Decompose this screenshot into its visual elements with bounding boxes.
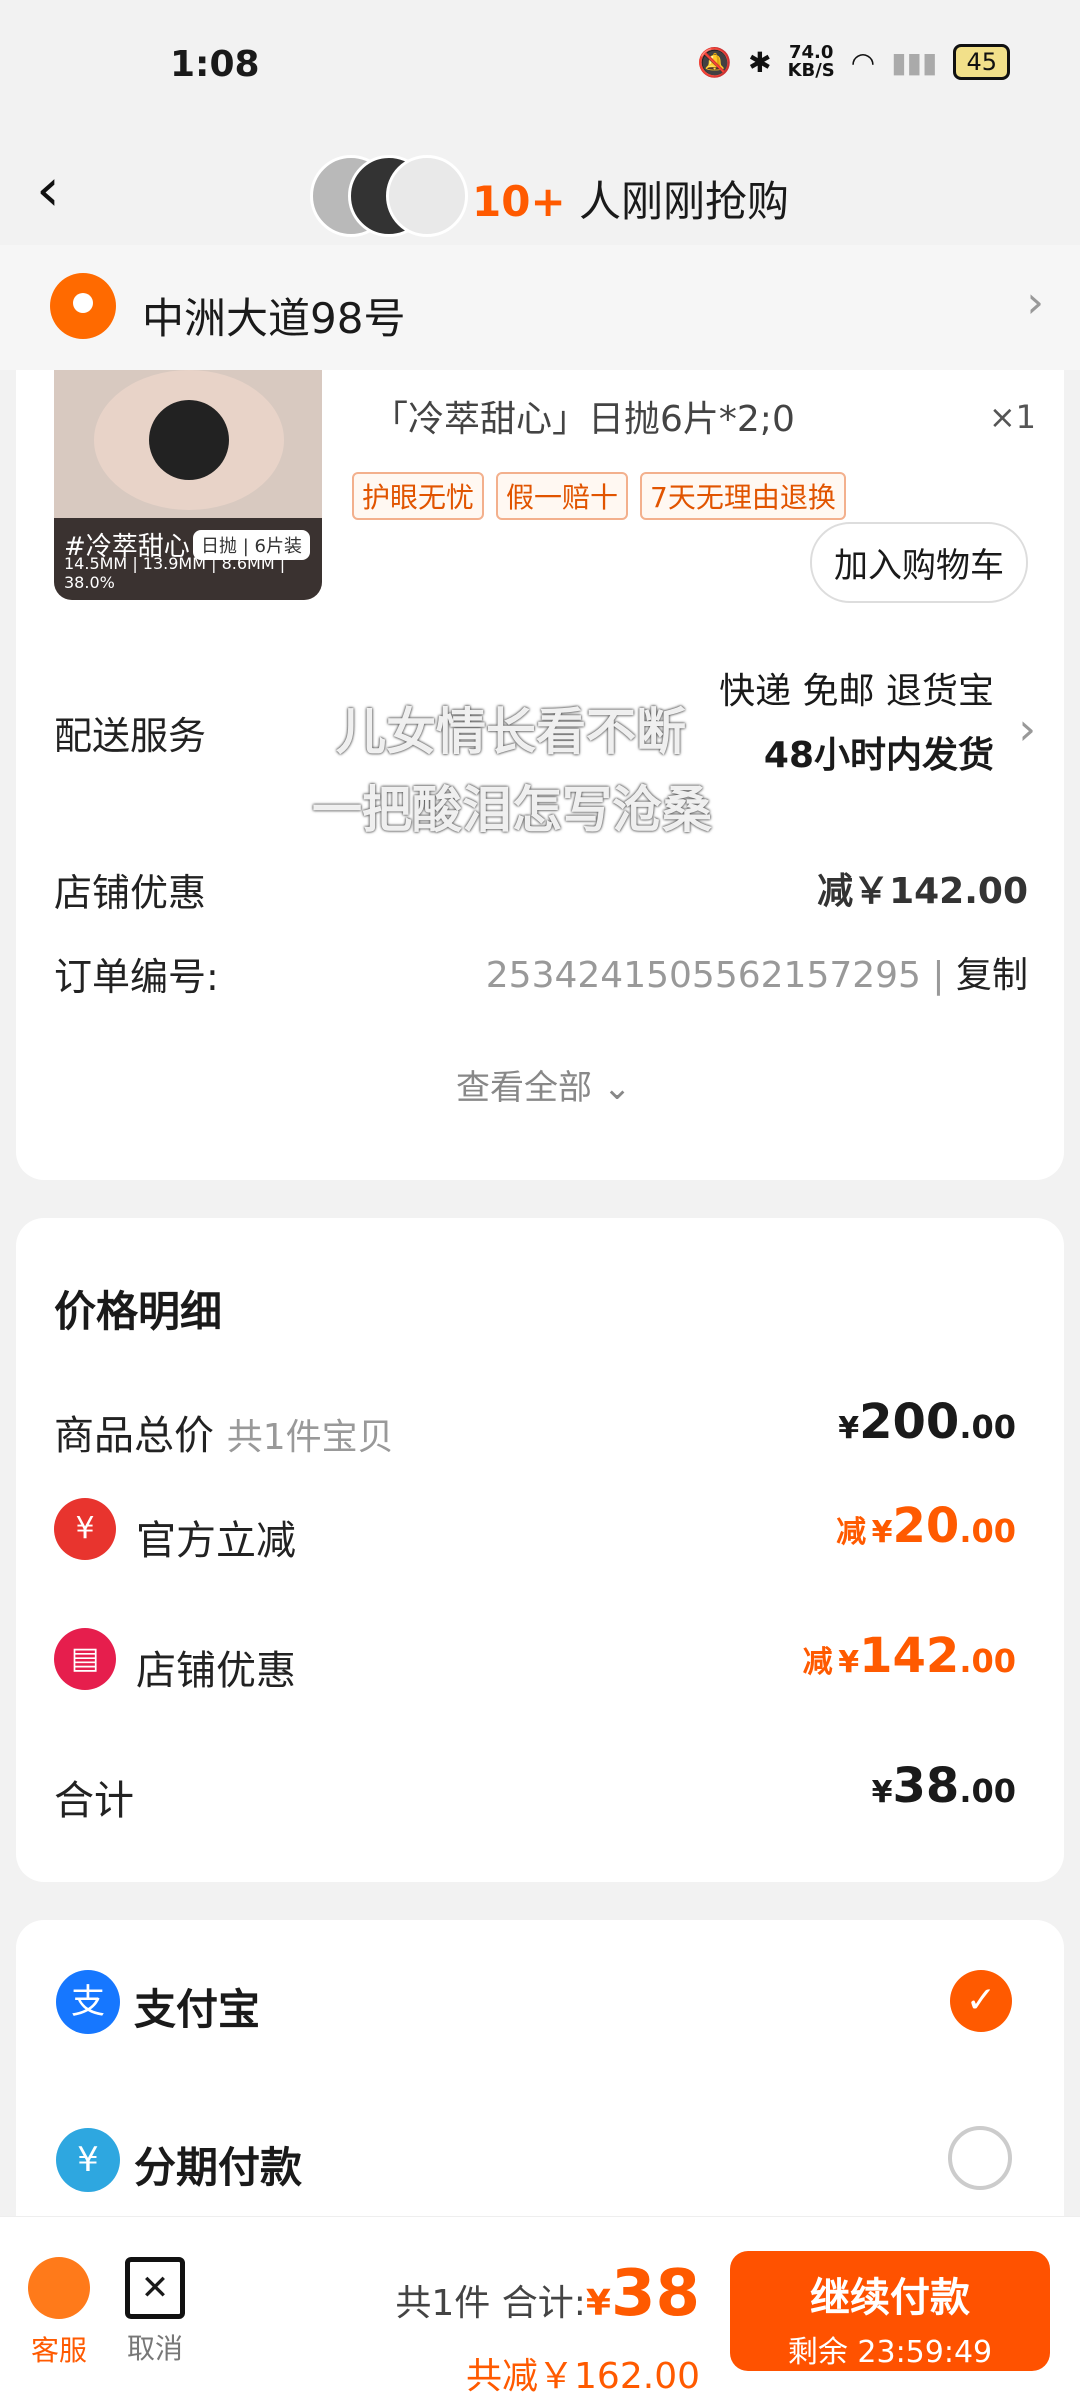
alipay-radio-checked[interactable]: ✓ <box>950 1970 1012 2032</box>
product-variant: 「冷萃甜心」日抛6片*2;0 <box>372 399 795 440</box>
mute-icon: 🔕 <box>697 45 733 79</box>
address-text: 中洲大道98号 <box>142 294 406 343</box>
alipay-icon: 支 <box>56 1970 120 2034</box>
goods-total-value: ¥200.00 <box>838 1394 1016 1450</box>
shop-discount-label: 店铺优惠 <box>54 871 207 915</box>
cancel-icon: ✕ <box>125 2257 185 2319</box>
bottom-bar: 客服 ✕ 取消 共1件 合计:¥38 共减￥162.00 继续付款 剩余 23:… <box>0 2216 1080 2401</box>
customer-service-button[interactable]: 客服 <box>24 2257 94 2369</box>
chevron-down-icon: ⌄ <box>602 1068 632 1108</box>
tag: 假一赔十 <box>496 472 629 520</box>
official-discount-value: 减 ¥20.00 <box>836 1498 1016 1554</box>
official-discount-label: 官方立减 <box>136 1518 296 1564</box>
shipping-label: 配送服务 <box>54 714 207 758</box>
official-discount-icon: ¥ <box>54 1498 116 1560</box>
chevron-right-icon[interactable]: › <box>1018 704 1036 755</box>
copy-button[interactable]: 复制 <box>956 955 1028 996</box>
price-detail-title: 价格明细 <box>54 1287 223 1336</box>
shop-discount-label: 店铺优惠 <box>136 1648 296 1694</box>
product-image[interactable]: #冷萃甜心 日抛 | 6片装 14.5MM | 13.9MM | 8.6MM |… <box>54 350 322 600</box>
address-bar[interactable]: 中洲大道98号 › <box>0 245 1080 370</box>
goods-total-label: 商品总价 共1件宝贝 <box>54 1413 394 1459</box>
order-number: 2534241505562157295 | 复制 <box>485 955 1028 996</box>
chevron-right-icon: › <box>1026 277 1044 328</box>
continue-payment-button[interactable]: 继续付款 剩余 23:59:49 <box>730 2251 1050 2371</box>
status-bar: 1:08 🔕 ✱ 74.0 KB/S ◠ ▮▮▮ 45 <box>0 0 1080 130</box>
back-icon[interactable]: ‹ <box>36 160 60 220</box>
price-detail-card: 价格明细 商品总价 共1件宝贝 ¥200.00 ¥ 官方立减 减 ¥20.00 … <box>16 1218 1064 1882</box>
tag: 护眼无忧 <box>352 472 485 520</box>
tag: 7天无理由退换 <box>640 472 846 520</box>
installment-label[interactable]: 分期付款 <box>134 2134 302 2195</box>
header: ‹ 10+ 人刚刚抢购 <box>0 130 1080 245</box>
status-time: 1:08 <box>170 44 260 85</box>
view-all-button[interactable]: 查看全部 ⌄ <box>456 1060 631 1109</box>
shop-icon: ▤ <box>54 1628 116 1690</box>
shop-discount-value: 减￥142.00 <box>817 871 1028 912</box>
cancel-button[interactable]: ✕ 取消 <box>118 2257 192 2367</box>
sum-label: 合计 <box>54 1778 134 1824</box>
installment-icon: ¥ <box>56 2128 120 2192</box>
eye-image <box>94 370 284 510</box>
shipping-info[interactable]: 快递 免邮 退货宝 48小时内发货 <box>719 660 994 788</box>
product-image-caption: #冷萃甜心 日抛 | 6片装 14.5MM | 13.9MM | 8.6MM |… <box>54 518 322 600</box>
sum-value: ¥38.00 <box>871 1758 1016 1814</box>
lyric-overlay-line2: 一把酸泪怎写沧桑 <box>312 781 712 839</box>
customer-service-icon <box>28 2257 90 2319</box>
status-icons: 🔕 ✱ 74.0 KB/S ◠ ▮▮▮ 45 <box>697 44 1010 80</box>
bottom-total: 共1件 合计:¥38 <box>395 2257 700 2331</box>
bottom-saved: 共减￥162.00 <box>466 2356 700 2397</box>
order-card: #冷萃甜心 日抛 | 6片装 14.5MM | 13.9MM | 8.6MM |… <box>16 300 1064 1180</box>
bluetooth-icon: ✱ <box>748 45 772 79</box>
payment-countdown: 剩余 23:59:49 <box>787 2335 993 2370</box>
shop-discount-value: 减 ¥142.00 <box>802 1628 1016 1684</box>
service-tags: 护眼无忧 假一赔十 7天无理由退换 <box>352 472 846 520</box>
order-number-label: 订单编号: <box>54 955 219 999</box>
installment-radio[interactable] <box>948 2126 1012 2190</box>
wifi-icon: ◠ <box>850 45 876 79</box>
alipay-label[interactable]: 支付宝 <box>134 1976 260 2037</box>
location-pin-icon <box>50 273 116 339</box>
signal-icon: ▮▮▮ <box>891 45 938 79</box>
buyer-avatars <box>310 155 470 237</box>
add-to-cart-button[interactable]: 加入购物车 <box>810 522 1028 603</box>
product-quantity: ×1 <box>988 398 1036 436</box>
lyric-overlay-line1: 儿女情长看不断 <box>336 703 686 761</box>
recent-buyers-text: 10+ 人刚刚抢购 <box>472 177 790 226</box>
battery-icon: 45 <box>953 44 1010 80</box>
avatar <box>386 155 468 237</box>
net-speed: 74.0 KB/S <box>787 42 835 81</box>
